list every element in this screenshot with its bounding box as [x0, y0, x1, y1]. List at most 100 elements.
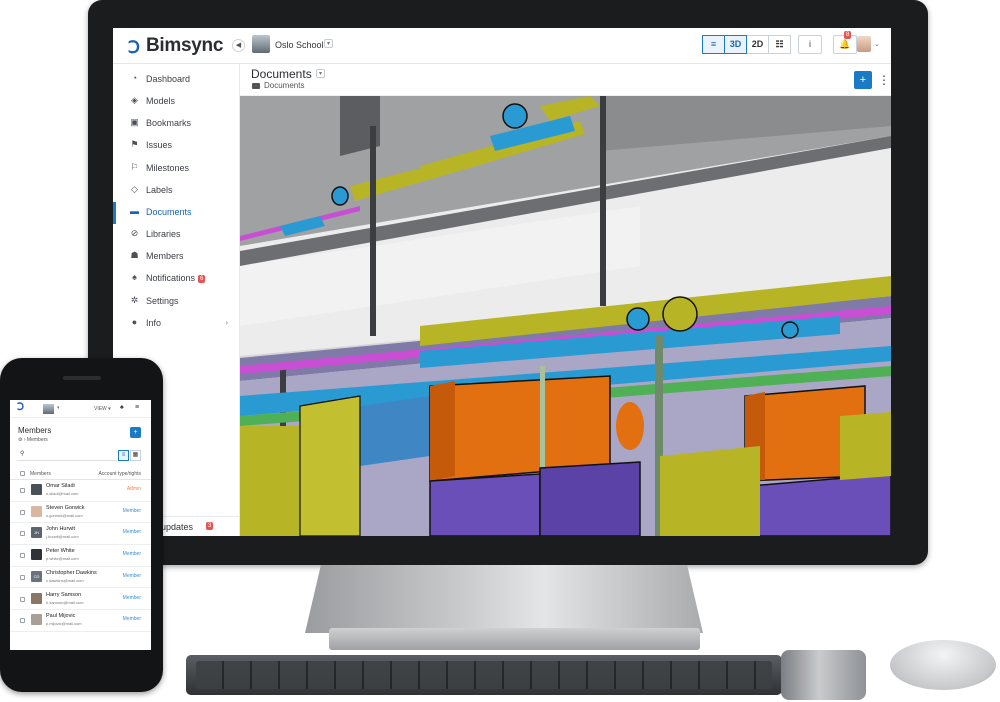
- table-row[interactable]: JH John Hurwit j.hurwit@mail.com Member: [10, 523, 151, 545]
- row-checkbox[interactable]: [20, 618, 25, 624]
- sidebar-item-issues[interactable]: ⚑ Issues: [113, 135, 240, 157]
- list-view-button[interactable]: ≡: [118, 450, 129, 461]
- sidebar-item-label: Libraries: [146, 229, 181, 239]
- page-header: Documents ▾ Documents + ⋮: [240, 64, 891, 96]
- view-2d-button[interactable]: 2D: [746, 35, 769, 54]
- sidebar-item-documents[interactable]: ▬ Documents: [113, 202, 240, 224]
- row-checkbox[interactable]: [20, 531, 25, 537]
- sidebar-item-members[interactable]: ☗ Members: [113, 246, 240, 268]
- member-email: p.mijovic@mail.com: [46, 621, 82, 627]
- mobile-phone: Ↄ ▾ VIEW ▾ ♠ ≡ Members ⚙ › Members + ⚲ ≡…: [0, 358, 163, 692]
- sidebar-item-label: Issues: [146, 140, 173, 150]
- sidebar-item-libraries[interactable]: ⊘ Libraries: [113, 224, 240, 246]
- collapse-sidebar-icon[interactable]: ◀: [232, 39, 245, 52]
- sidebar-item-notifications[interactable]: ♠ Notifications 6: [113, 268, 240, 290]
- member-role[interactable]: Member: [123, 508, 141, 514]
- list-view-button[interactable]: ≡: [702, 35, 725, 54]
- search-icon: ⚲: [20, 451, 25, 457]
- select-all-checkbox[interactable]: [20, 471, 25, 476]
- sidebar-item-label: Dashboard: [146, 74, 191, 84]
- notifications-bell-icon[interactable]: ♠: [120, 404, 124, 411]
- avatar: [31, 484, 42, 495]
- avatar: [31, 614, 42, 626]
- sidebar-item-bookmarks[interactable]: ▣ Bookmarks: [113, 113, 240, 135]
- sidebar-item-settings[interactable]: ✲ Settings: [113, 291, 240, 313]
- page-title-dropdown-icon[interactable]: ▾: [316, 69, 325, 78]
- table-row[interactable]: Steven Gorwick s.gorwick@mail.com Member: [10, 502, 151, 524]
- view-mode-buttons: ≡ 3D 2D ☷: [702, 35, 791, 54]
- sidebar-item-label: Models: [146, 96, 176, 106]
- user-avatar[interactable]: [857, 36, 871, 52]
- more-options-icon[interactable]: ⋮: [878, 71, 890, 89]
- sidebar-item-labels[interactable]: ◇ Labels: [113, 180, 240, 202]
- row-checkbox[interactable]: [20, 488, 25, 493]
- info-button[interactable]: i: [798, 35, 822, 54]
- member-email: j.hurwit@mail.com: [46, 534, 79, 540]
- recent-updates-badge: 3: [206, 522, 214, 530]
- app-name: Bimsync: [146, 35, 224, 56]
- table-row[interactable]: Peter White p.white@mail.com Member: [10, 545, 151, 567]
- add-member-button[interactable]: +: [130, 427, 141, 438]
- grid-view-button[interactable]: ▦: [130, 450, 141, 461]
- phone-screen: Ↄ ▾ VIEW ▾ ♠ ≡ Members ⚙ › Members + ⚲ ≡…: [10, 400, 151, 650]
- info-icon: ●: [131, 317, 138, 327]
- members-table-header: Members Account type/rights: [10, 468, 151, 480]
- sidebar-item-label: Notifications: [146, 273, 196, 283]
- avatar: [31, 592, 42, 604]
- bookmarks-icon: ▣: [130, 117, 139, 127]
- member-name: Harry Samson: [46, 591, 82, 598]
- sidebar-item-milestones[interactable]: ⚐ Milestones: [113, 158, 240, 180]
- column-header-members: Members: [30, 471, 51, 477]
- table-row[interactable]: Paul Mijovic p.mijovic@mail.com Member: [10, 610, 151, 632]
- project-dropdown-icon[interactable]: ▾: [57, 405, 60, 411]
- members-icon: ☗: [130, 250, 139, 260]
- member-role[interactable]: Member: [123, 551, 141, 557]
- search-input[interactable]: ⚲: [17, 449, 117, 461]
- top-bar: Ↄ Bimsync ◀ Oslo School ▾ ≡ 3D 2D ☷ i 🔔 …: [113, 28, 891, 64]
- project-thumbnail[interactable]: [252, 35, 270, 53]
- member-role[interactable]: Member: [123, 616, 141, 622]
- row-checkbox[interactable]: [20, 553, 25, 559]
- tree-view-button[interactable]: ☷: [768, 35, 791, 54]
- sidebar-item-label: Members: [146, 251, 184, 261]
- monitor-stand: [305, 565, 703, 633]
- table-row[interactable]: Omar Siladi o.siladi@mail.com Admin: [10, 480, 151, 502]
- issues-icon: ⚑: [130, 139, 139, 149]
- hamburger-menu-icon[interactable]: ≡: [135, 404, 139, 411]
- project-dropdown-icon[interactable]: ▾: [324, 39, 333, 48]
- breadcrumb[interactable]: Documents: [264, 81, 304, 90]
- row-checkbox[interactable]: [20, 596, 25, 602]
- member-email: s.gorwick@mail.com: [46, 512, 83, 518]
- row-checkbox[interactable]: [20, 509, 25, 515]
- avatar: JH: [31, 527, 42, 539]
- member-role[interactable]: Member: [123, 529, 141, 535]
- view-menu[interactable]: VIEW ▾: [94, 406, 111, 412]
- member-name: Omar Siladi: [46, 483, 75, 489]
- view-3d-button[interactable]: 3D: [724, 35, 747, 54]
- avatar: [31, 505, 42, 517]
- sidebar-item-info[interactable]: ● Info ›: [113, 313, 240, 335]
- milestones-icon: ⚐: [130, 162, 139, 172]
- member-role[interactable]: Member: [123, 595, 141, 601]
- sidebar-item-dashboard[interactable]: ◔ Dashboard: [113, 69, 240, 91]
- project-thumbnail[interactable]: [43, 404, 54, 414]
- member-role[interactable]: Member: [123, 573, 141, 579]
- desktop-screen: Ↄ Bimsync ◀ Oslo School ▾ ≡ 3D 2D ☷ i 🔔 …: [113, 28, 891, 536]
- row-checkbox[interactable]: [20, 574, 25, 580]
- member-email: p.white@mail.com: [46, 556, 79, 562]
- breadcrumb[interactable]: ⚙ › Members: [18, 437, 48, 443]
- table-row[interactable]: Harry Samson h.samson@mail.com Member: [10, 589, 151, 610]
- sidebar-item-models[interactable]: ◈ Models: [113, 91, 240, 113]
- add-document-button[interactable]: +: [854, 71, 872, 89]
- usb-hub: [781, 650, 866, 700]
- user-menu-caret-icon[interactable]: ⌄: [874, 40, 880, 48]
- desktop-monitor: Ↄ Bimsync ◀ Oslo School ▾ ≡ 3D 2D ☷ i 🔔 …: [88, 0, 928, 565]
- member-role[interactable]: Admin: [127, 486, 141, 492]
- table-row[interactable]: CD Christopher Dawkins c.dawkins@mail.com M…: [10, 567, 151, 589]
- avatar: [31, 549, 42, 561]
- member-email: c.dawkins@mail.com: [46, 577, 84, 583]
- bimsync-logo-icon: Ↄ: [17, 402, 25, 413]
- notifications-icon: ♠: [132, 272, 137, 282]
- project-name[interactable]: Oslo School: [275, 40, 324, 50]
- 3d-model-viewport[interactable]: [240, 96, 891, 536]
